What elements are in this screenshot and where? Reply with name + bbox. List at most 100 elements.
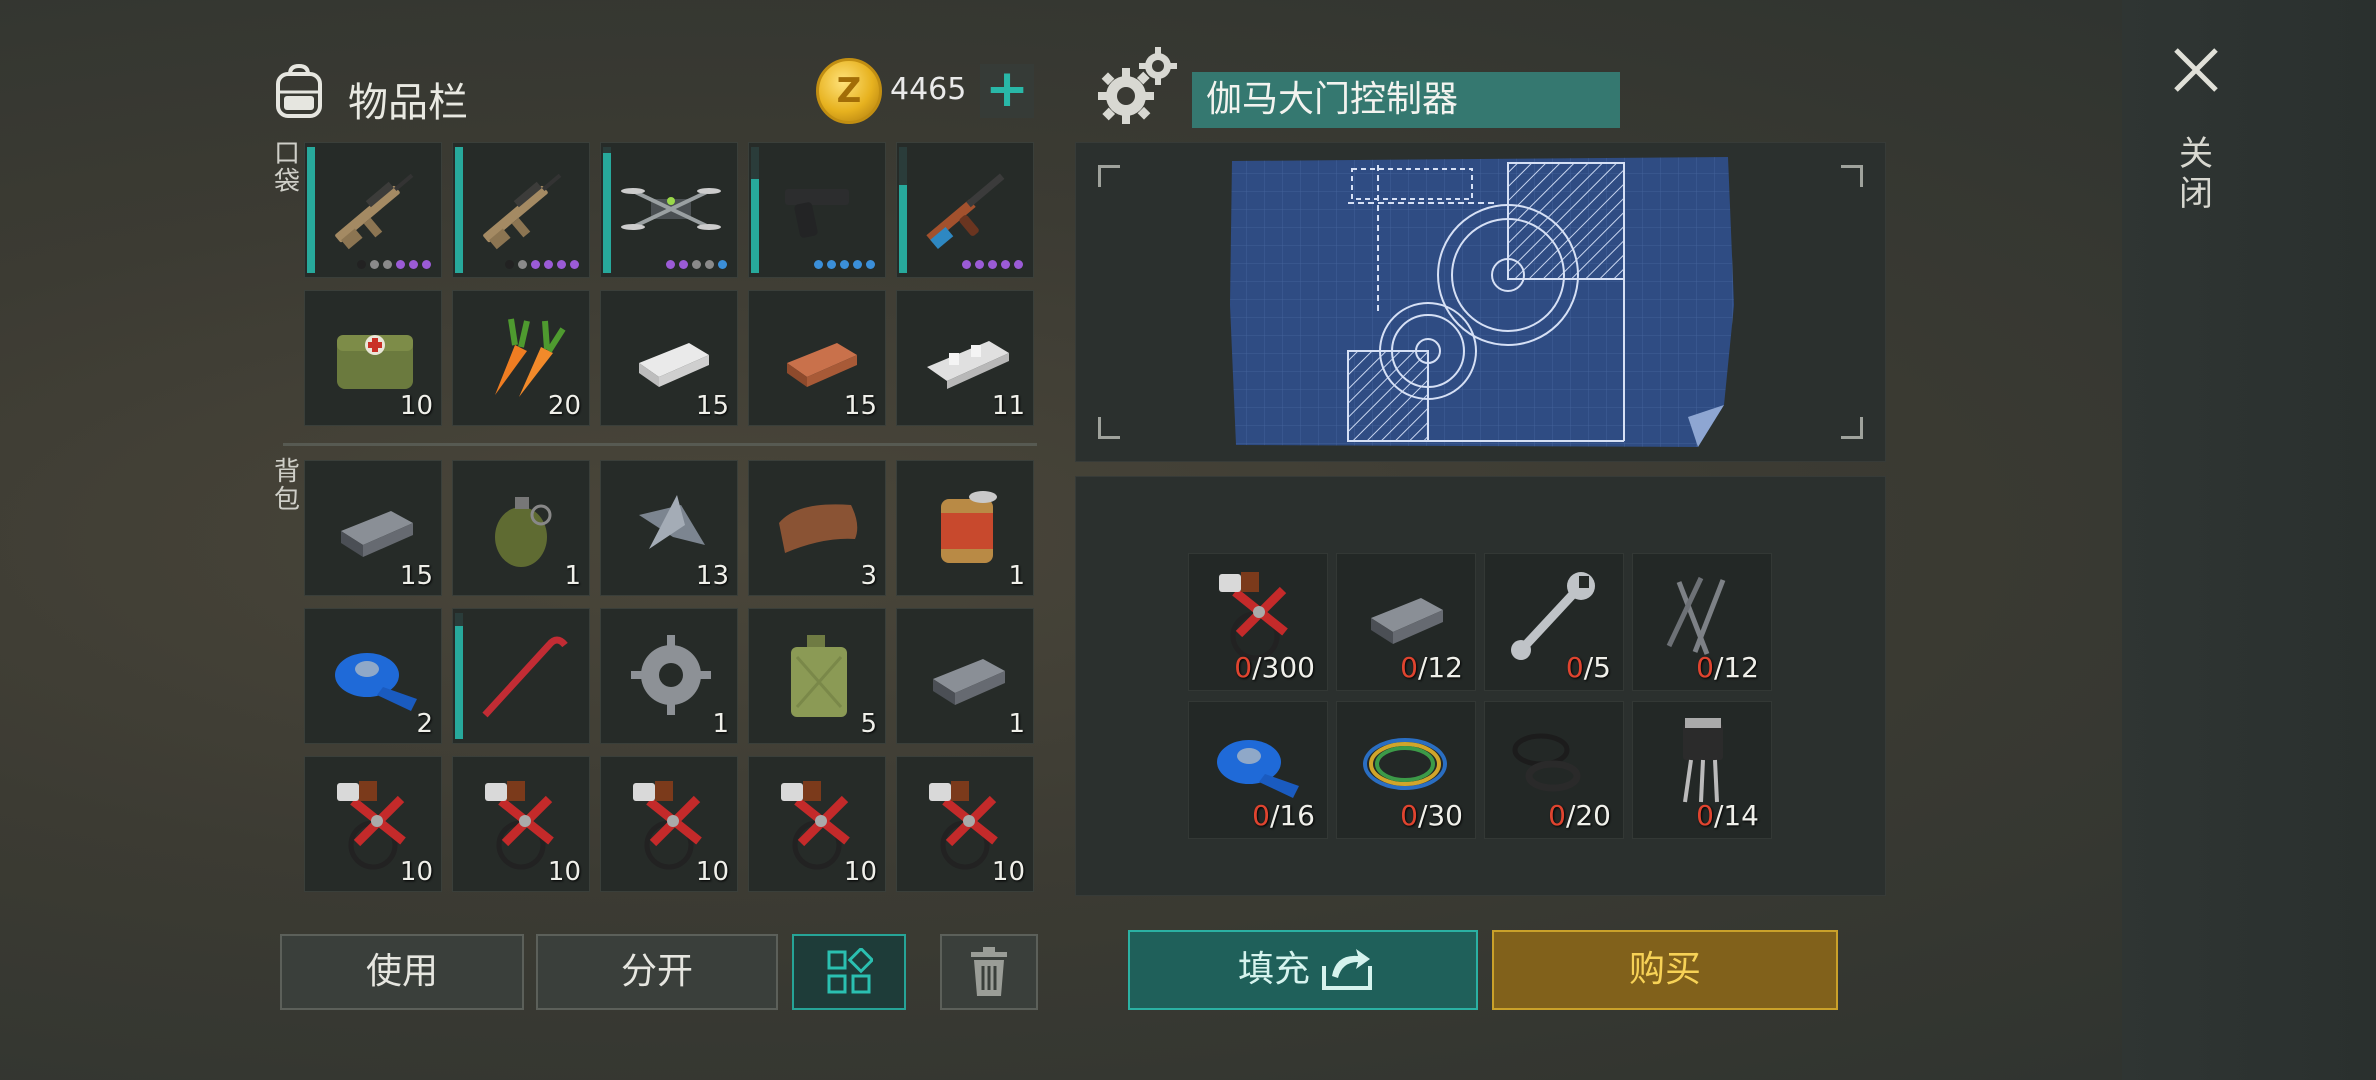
blue-tape-icon — [1205, 710, 1311, 810]
inventory-slot[interactable] — [896, 142, 1034, 278]
required-amount: /300 — [1252, 651, 1315, 684]
frame-corner — [1841, 165, 1863, 187]
inventory-slot[interactable]: 1 — [600, 608, 738, 744]
inventory-slot[interactable]: 10 — [600, 756, 738, 892]
grid-view-button[interactable] — [792, 934, 906, 1010]
item-count: 1 — [1008, 561, 1025, 591]
item-count: 10 — [843, 857, 877, 887]
durability-fill — [307, 147, 315, 273]
requirement-slot[interactable]: 0/14 — [1632, 701, 1772, 839]
wires-icon — [1353, 710, 1459, 810]
inventory-slot[interactable] — [748, 142, 886, 278]
requirement-slot[interactable]: 0/30 — [1336, 701, 1476, 839]
durability-bar — [751, 147, 759, 273]
requirement-slot[interactable]: 0/300 — [1188, 553, 1328, 691]
transistor-icon — [1649, 710, 1755, 810]
electrical-kit-icon — [1205, 562, 1311, 662]
requirement-slot[interactable]: 0/12 — [1336, 553, 1476, 691]
owned-amount: 0 — [1696, 799, 1714, 832]
durability-bar — [455, 147, 463, 273]
durability-bar — [307, 147, 315, 273]
inventory-slot[interactable]: 5 — [748, 608, 886, 744]
trash-button[interactable] — [940, 934, 1038, 1010]
requirement-slot[interactable]: 0/20 — [1484, 701, 1624, 839]
rarity-dot — [422, 260, 431, 269]
rarity-dot — [666, 260, 675, 269]
inventory-slot[interactable]: 10 — [452, 756, 590, 892]
close-label[interactable]: 关闭 — [2176, 134, 2216, 214]
plus-icon: + — [985, 59, 1029, 119]
fill-button[interactable]: 填充 — [1128, 930, 1478, 1010]
rarity-dot — [962, 260, 971, 269]
item-count: 10 — [547, 857, 581, 887]
close-icon[interactable] — [2170, 44, 2222, 96]
owned-amount: 0 — [1252, 799, 1270, 832]
requirement-slot[interactable]: 0/12 — [1632, 553, 1772, 691]
gears-icon — [1098, 47, 1177, 124]
pockets-label: 口袋 — [273, 139, 300, 197]
inventory-slot[interactable]: 1 — [896, 608, 1034, 744]
rarity-dot — [370, 260, 379, 269]
durability-fill — [455, 625, 463, 739]
nails-icon — [1649, 562, 1755, 662]
coin-amount: 4465 — [890, 72, 967, 107]
inventory-slot[interactable]: 10 — [896, 756, 1034, 892]
inventory-slot[interactable]: 3 — [748, 460, 886, 596]
owned-amount: 0 — [1400, 651, 1418, 684]
inventory-slot[interactable]: 10 — [748, 756, 886, 892]
inventory-slot[interactable]: 13 — [600, 460, 738, 596]
assault-rifle-icon — [323, 157, 427, 261]
inventory-slot[interactable]: 15 — [748, 290, 886, 426]
inventory-slot[interactable]: 15 — [304, 460, 442, 596]
inventory-slot[interactable]: 15 — [600, 290, 738, 426]
inventory-slot[interactable]: 2 — [304, 608, 442, 744]
rarity-dot — [557, 260, 566, 269]
buy-button[interactable]: 购买 — [1492, 930, 1838, 1010]
required-amount: /16 — [1269, 799, 1315, 832]
requirement-count: 0/16 — [1252, 799, 1315, 832]
item-count: 11 — [991, 391, 1025, 421]
inventory-slot[interactable]: 1 — [452, 460, 590, 596]
craft-item-title: 伽马大门控制器 — [1192, 72, 1620, 128]
item-count: 10 — [991, 857, 1025, 887]
rarity-dots — [505, 260, 579, 269]
inventory-slot[interactable]: 10 — [304, 756, 442, 892]
required-amount: /12 — [1713, 651, 1759, 684]
required-amount: /12 — [1417, 651, 1463, 684]
item-count: 1 — [564, 561, 581, 591]
item-count: 1 — [1008, 709, 1025, 739]
item-count: 15 — [695, 391, 729, 421]
requirement-slot[interactable]: 0/16 — [1188, 701, 1328, 839]
requirement-slot[interactable]: 0/5 — [1484, 553, 1624, 691]
durability-fill — [603, 153, 611, 273]
rarity-dot — [518, 260, 527, 269]
inventory-slot[interactable]: 11 — [896, 290, 1034, 426]
inventory-slot[interactable]: 20 — [452, 290, 590, 426]
iron-ingot-icon — [1353, 562, 1459, 662]
use-button[interactable]: 使用 — [280, 934, 524, 1010]
frame-corner — [1841, 417, 1863, 439]
inventory-slot[interactable]: 10 — [304, 290, 442, 426]
durability-fill — [455, 147, 463, 273]
item-count: 2 — [416, 709, 433, 739]
inventory-slot[interactable]: 1 — [896, 460, 1034, 596]
required-amount: /14 — [1713, 799, 1759, 832]
required-amount: /5 — [1583, 651, 1611, 684]
assault-rifle-icon — [471, 157, 575, 261]
item-count: 5 — [860, 709, 877, 739]
add-coins-button[interactable]: + — [980, 63, 1034, 118]
inventory-slot[interactable] — [304, 142, 442, 278]
item-count: 20 — [547, 391, 581, 421]
split-button[interactable]: 分开 — [536, 934, 778, 1010]
fill-arrow-icon — [1322, 949, 1372, 990]
coin-symbol: Z — [836, 71, 862, 111]
inventory-slot[interactable] — [600, 142, 738, 278]
requirement-count: 0/12 — [1400, 651, 1463, 684]
backpack-icon — [276, 63, 322, 118]
inventory-slot[interactable] — [452, 608, 590, 744]
owned-amount: 0 — [1548, 799, 1566, 832]
inventory-slot[interactable] — [452, 142, 590, 278]
requirement-count: 0/5 — [1566, 651, 1611, 684]
required-amount: /30 — [1417, 799, 1463, 832]
item-count: 1 — [712, 709, 729, 739]
